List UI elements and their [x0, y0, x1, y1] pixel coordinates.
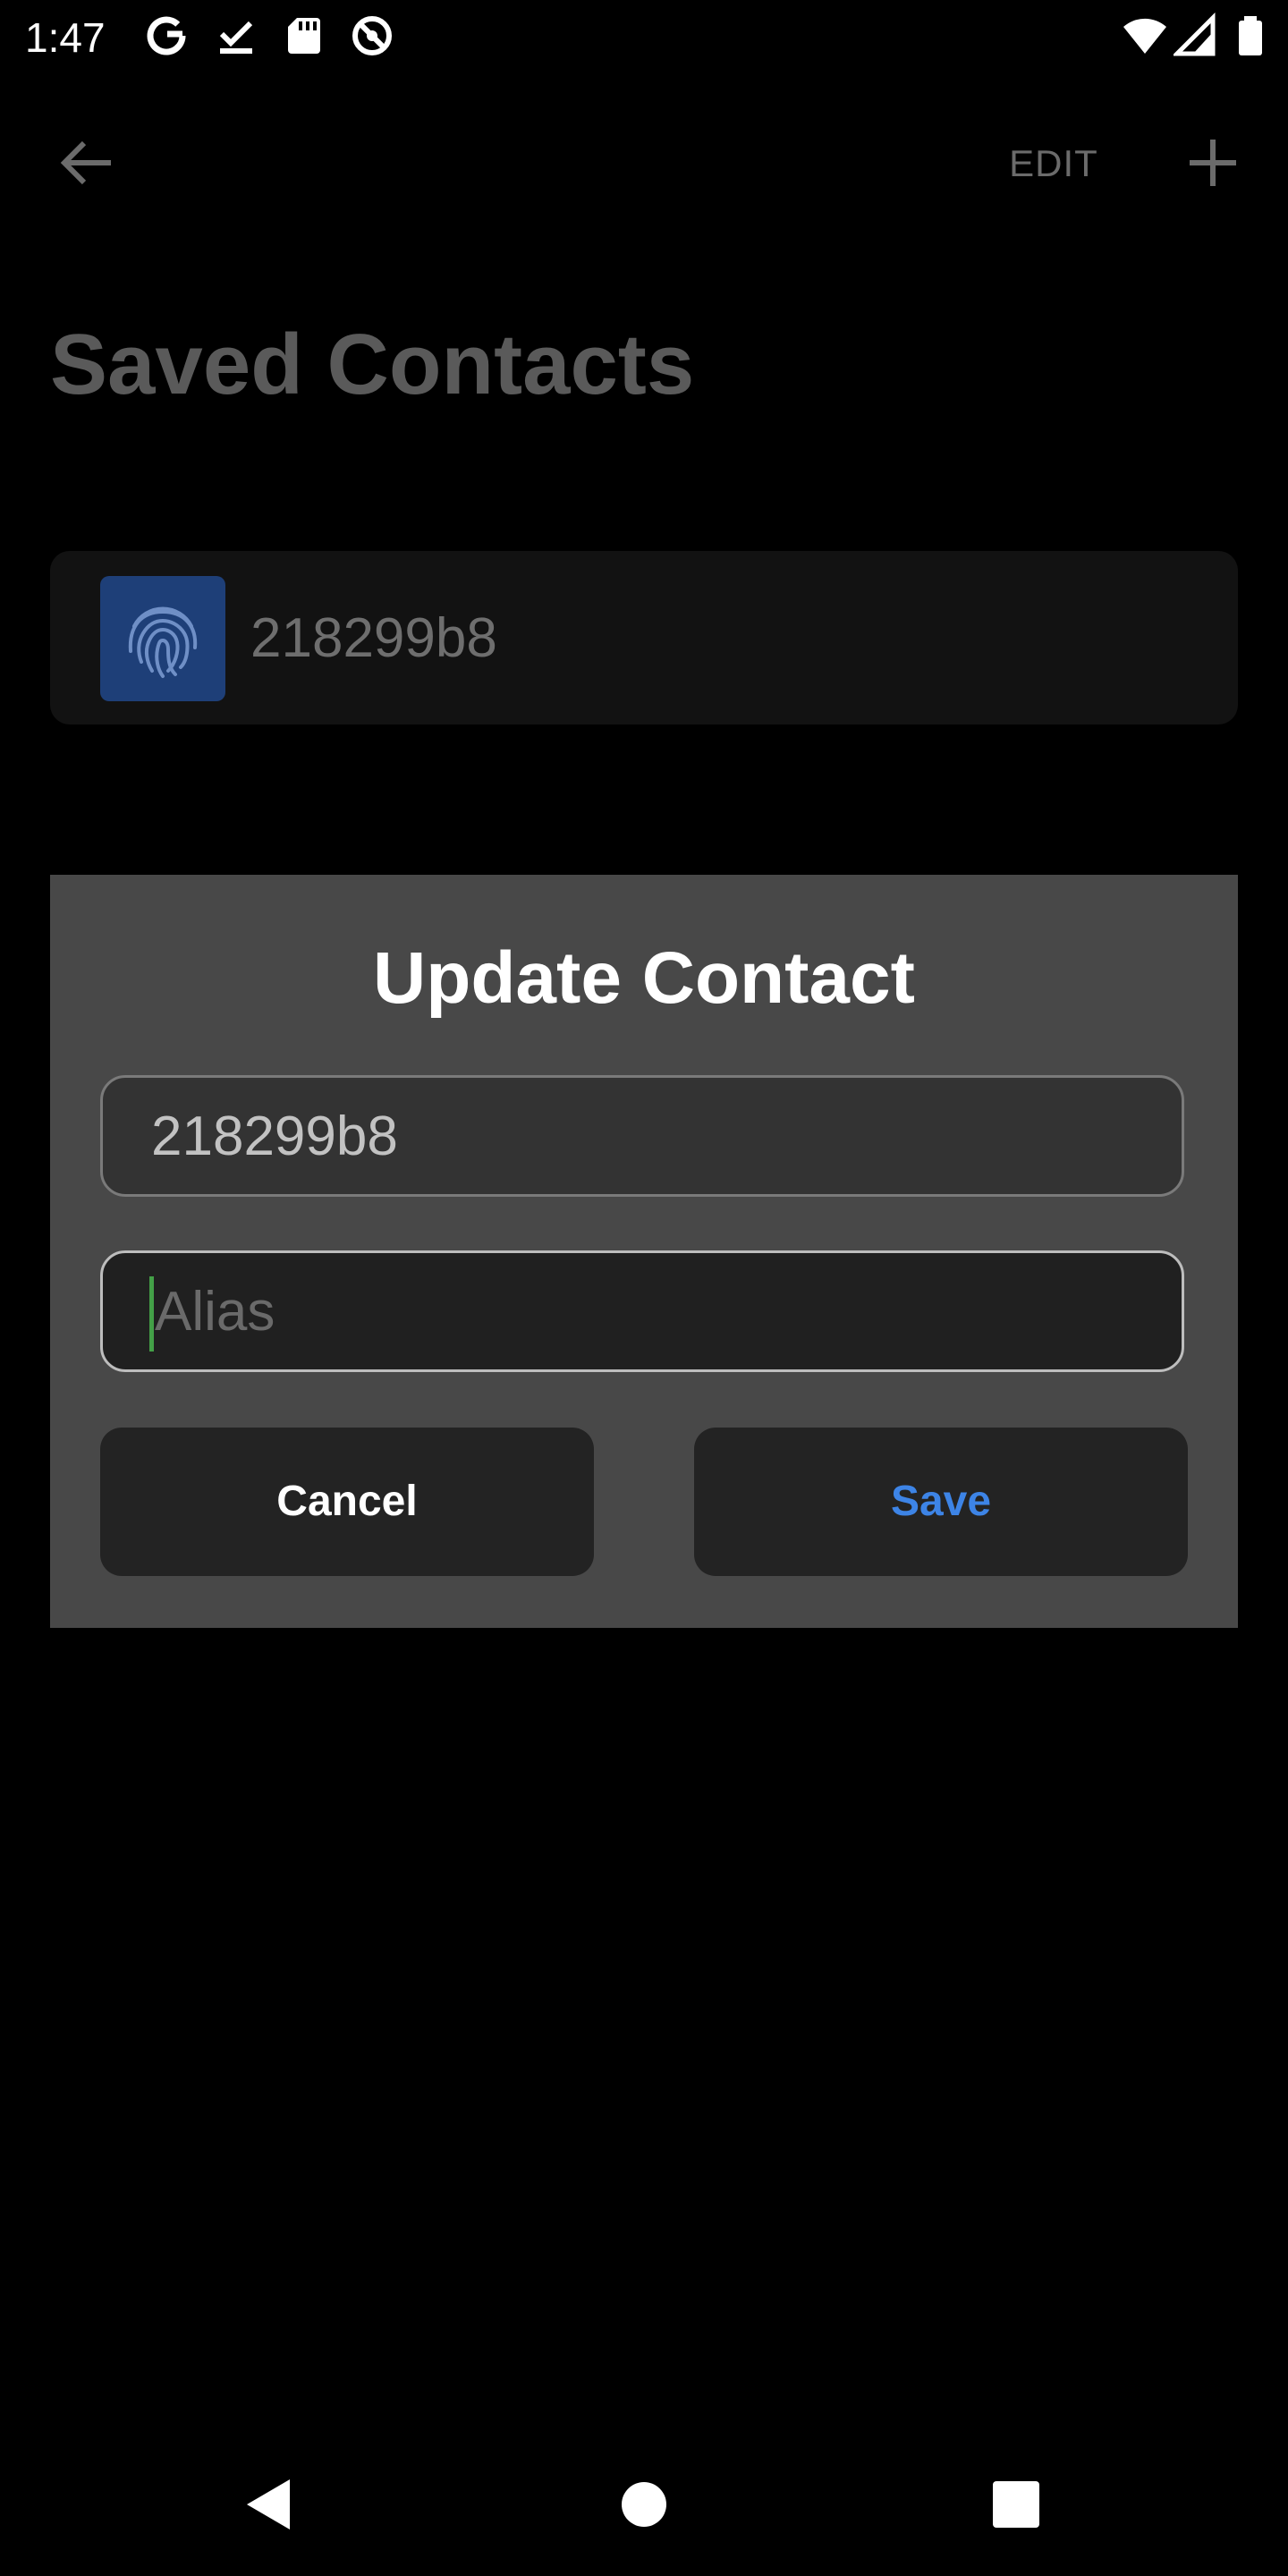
- download-done-icon: [213, 13, 259, 59]
- system-nav-bar: [0, 2433, 1288, 2576]
- nav-recents-button[interactable]: [980, 2469, 1052, 2540]
- back-button[interactable]: [52, 127, 123, 199]
- status-time: 1:47: [25, 14, 106, 61]
- contact-avatar: [100, 576, 225, 701]
- text-caret: [149, 1276, 154, 1352]
- google-icon: [143, 13, 190, 59]
- nav-back-button[interactable]: [234, 2469, 306, 2540]
- alias-input[interactable]: Alias: [100, 1250, 1184, 1372]
- do-not-disturb-icon: [349, 13, 395, 59]
- sd-card-icon: [281, 13, 327, 59]
- update-contact-dialog: Update Contact 218299b8 Alias Cancel Sav…: [50, 875, 1238, 1628]
- contact-name: 218299b8: [250, 607, 497, 669]
- edit-button[interactable]: EDIT: [993, 134, 1114, 193]
- contact-id-field[interactable]: 218299b8: [100, 1075, 1184, 1197]
- contact-list-item[interactable]: 218299b8: [50, 551, 1238, 724]
- page-title: Saved Contacts: [50, 317, 695, 412]
- wifi-icon: [1122, 13, 1168, 59]
- nav-recents-icon: [993, 2481, 1039, 2528]
- fingerprint-icon: [128, 606, 198, 678]
- add-button[interactable]: [1177, 127, 1249, 199]
- alias-placeholder: Alias: [155, 1281, 275, 1343]
- cancel-button[interactable]: Cancel: [100, 1428, 594, 1576]
- nav-back-icon: [247, 2479, 290, 2529]
- status-bar: 1:47: [0, 0, 1288, 75]
- nav-home-button[interactable]: [608, 2469, 680, 2540]
- plus-icon: [1190, 140, 1236, 186]
- save-button[interactable]: Save: [694, 1428, 1188, 1576]
- contact-id-value: 218299b8: [151, 1106, 398, 1167]
- arrow-back-icon: [60, 140, 111, 185]
- dialog-title: Update Contact: [373, 937, 915, 1019]
- nav-home-icon: [622, 2482, 666, 2527]
- cell-signal-icon: [1174, 13, 1220, 59]
- battery-icon: [1227, 13, 1274, 59]
